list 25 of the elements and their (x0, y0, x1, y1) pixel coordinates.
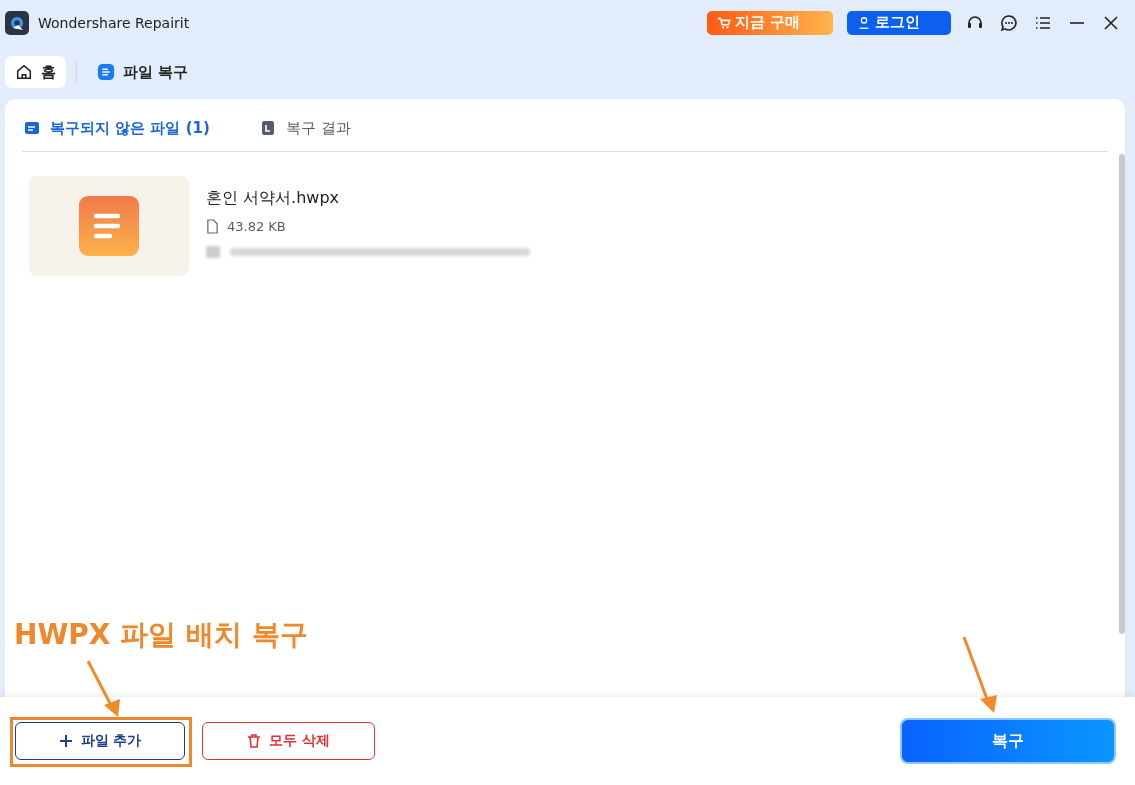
window-title: Wondershare Repairit (38, 14, 190, 31)
file-repair-tab[interactable]: 파일 복구 (87, 56, 199, 88)
file-size: 43.82 KB (227, 219, 286, 234)
app-logo-icon (5, 10, 29, 35)
plus-icon (58, 734, 73, 748)
file-icon (206, 219, 219, 234)
document-icon (97, 63, 115, 81)
cart-icon (717, 15, 731, 30)
scrollbar[interactable] (1119, 154, 1125, 634)
login-button[interactable]: 로그인 (847, 10, 951, 35)
result-file-icon (259, 120, 276, 136)
chat-icon[interactable] (999, 12, 1019, 33)
home-icon (15, 63, 33, 81)
tab[interactable]: 복구 결과 (257, 118, 353, 138)
file-name: 혼인 서약서.hwpx (206, 188, 341, 209)
trash-icon (247, 734, 262, 748)
delete-all-button[interactable]: 모두 삭제 (202, 722, 375, 760)
annotation-text: HWPX 파일 배치 복구 (14, 617, 308, 653)
add-file-button[interactable]: 파일 추가 (15, 722, 185, 760)
user-icon (857, 15, 871, 30)
tab[interactable]: 복구되지 않은 파일 (1) (22, 118, 212, 138)
home-tab[interactable]: 홈 (5, 56, 66, 88)
document-icon (79, 196, 139, 256)
file-list-icon (24, 120, 40, 136)
repair-button[interactable]: 복구 (900, 718, 1116, 764)
